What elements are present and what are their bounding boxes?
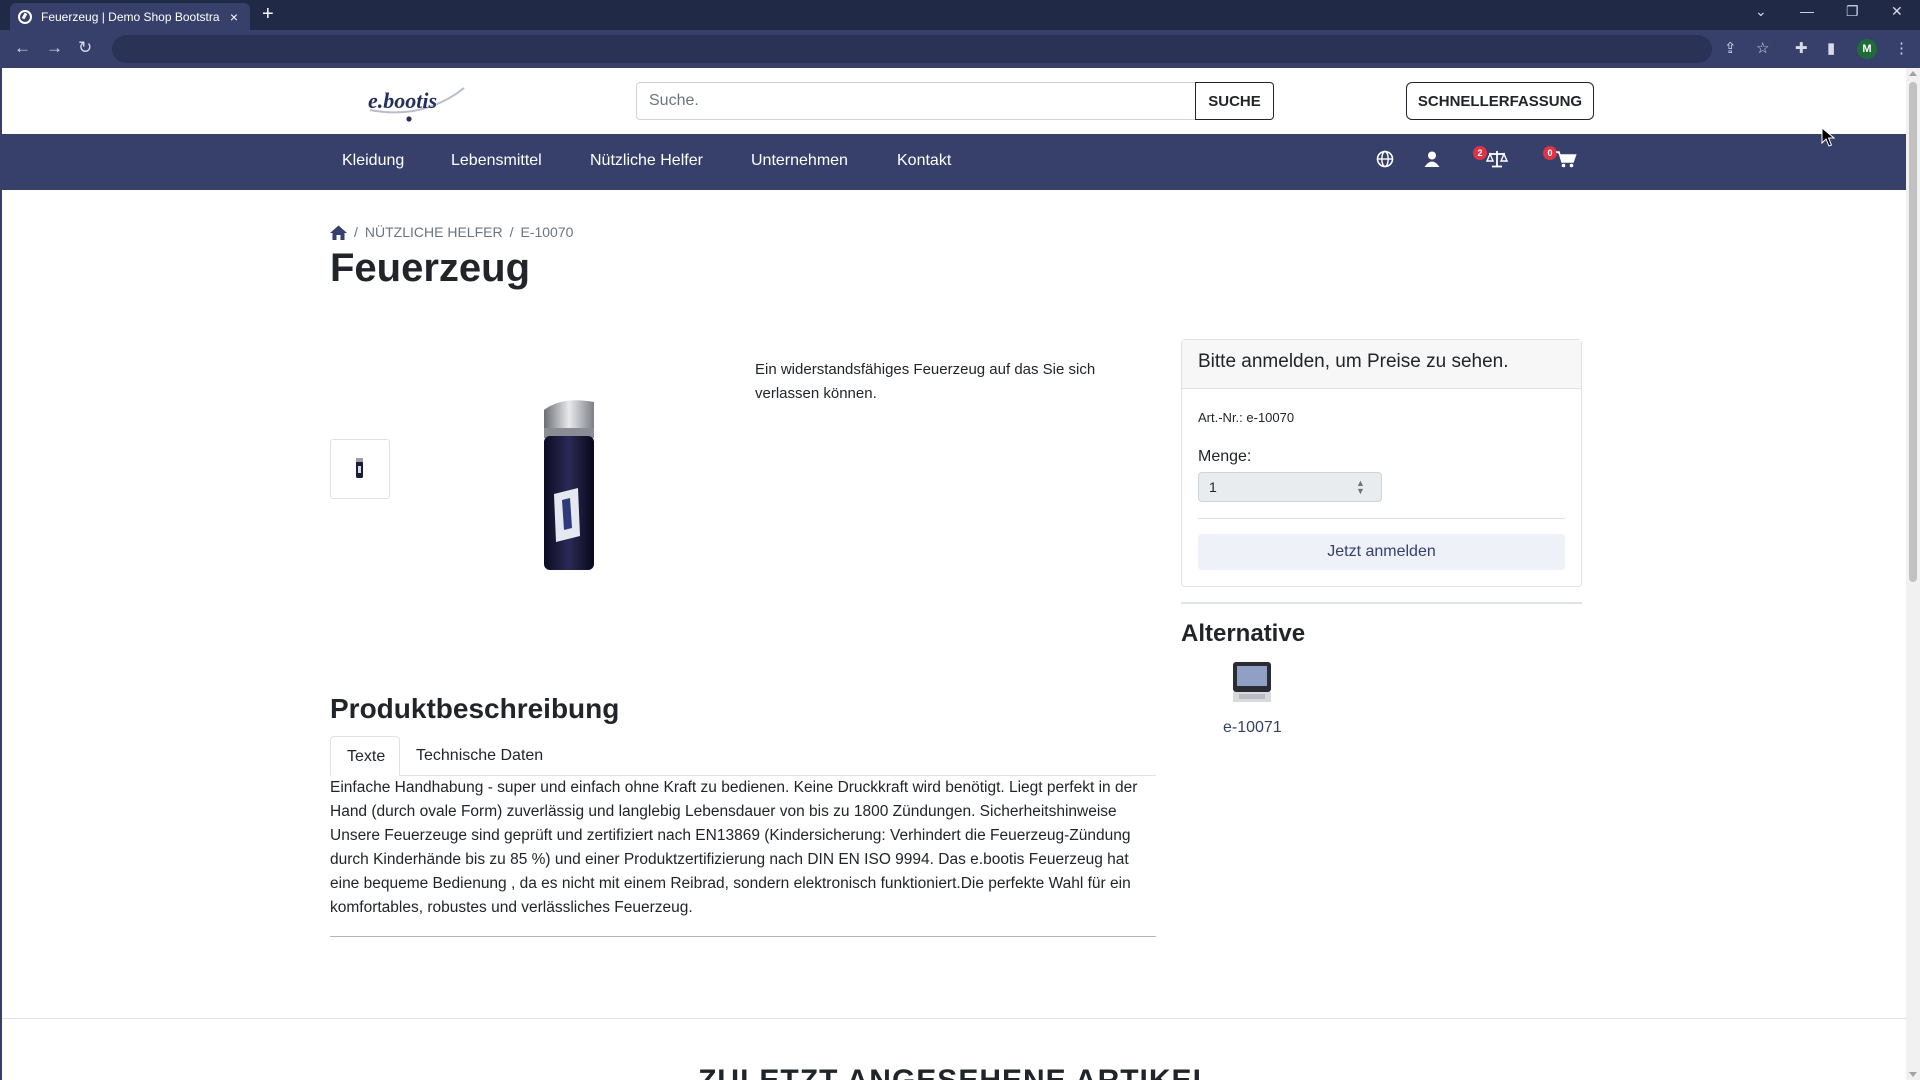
main-nav: Kleidung Lebensmittel Nützliche Helfer U… [2,134,1906,190]
tab-title: Feuerzeug | Demo Shop Bootstrap [41,9,220,24]
quantity-stepper[interactable]: 1 [1198,472,1382,502]
share-icon[interactable]: ⇪ [1724,39,1737,57]
breadcrumb: / NÜTZLICHE HELFER / E-10070 [330,224,573,240]
browser-menu-icon[interactable]: ⋮ [1894,39,1909,57]
page-scrollbar[interactable] [1906,68,1920,1080]
home-icon[interactable] [330,225,347,240]
product-long-description: Einfache Handhabung - super und einfach … [330,779,1138,916]
browser-tab-active[interactable]: Feuerzeug | Demo Shop Bootstrap × [10,3,250,30]
recently-viewed-title: ZULETZT ANGESEHENE ARTIKEL [2,1064,1906,1080]
product-main-image[interactable] [522,396,622,576]
extensions-icon[interactable]: ✚ [1795,39,1808,57]
tab-technische-daten[interactable]: Technische Daten [400,736,559,776]
alternative-product-image[interactable] [1229,660,1275,706]
globe-icon[interactable] [1376,150,1394,168]
reload-icon[interactable]: ↻ [78,38,92,58]
sidebar-divider [1181,602,1582,604]
quick-order-button[interactable]: SCHNELLERFASSUNG [1406,82,1594,120]
scrollbar-thumb[interactable] [1909,82,1917,582]
side-panel-icon[interactable]: ▮ [1827,39,1835,57]
minimize-icon[interactable]: — [1800,3,1814,19]
compare-count-badge: 2 [1473,146,1487,160]
browser-toolbar: ← → ↻ ⇪ ☆ ✚ ▮ M ⋮ [0,30,1920,68]
tab-close-icon[interactable]: × [226,9,242,25]
product-short-description: Ein widerstandsfähiges Feuerzeug auf das… [755,361,1096,402]
nav-item-kontakt[interactable]: Kontakt [897,152,951,170]
site-favicon-icon [18,9,32,24]
buy-box: Bitte anmelden, um Preise zu sehen. Art.… [1181,339,1582,587]
breadcrumb-category[interactable]: NÜTZLICHE HELFER [365,224,503,240]
shopping-cart-icon[interactable] [1555,150,1577,168]
lighter-thumbnail-image [356,458,363,478]
breadcrumb-separator: / [354,224,358,240]
description-tabs: Texte Technische Daten [330,736,1156,776]
breadcrumb-separator: / [509,224,514,240]
alternative-title: Alternative [1181,620,1306,647]
description-divider [330,936,1156,937]
site-logo[interactable]: e.bootis [364,82,474,122]
tab-search-icon[interactable]: ⌄ [1755,3,1767,20]
search-input[interactable] [636,82,1196,120]
scroll-up-icon[interactable] [1909,71,1917,76]
alternative-product-link[interactable]: e-10071 [1223,719,1282,737]
page-viewport: e.bootis SUCHE SCHNELLERFASSUNG Kleidung… [0,68,1906,1080]
page-title: Feuerzeug [330,246,531,290]
nav-item-kleidung[interactable]: Kleidung [342,152,404,170]
forward-icon[interactable]: → [46,38,63,58]
restore-icon[interactable]: ❐ [1846,3,1859,20]
quantity-label: Menge: [1198,448,1252,465]
address-bar[interactable] [112,35,1712,63]
browser-tab-bar: Feuerzeug | Demo Shop Bootstrap × + ⌄ — … [0,0,1920,30]
user-account-icon[interactable] [1423,150,1441,168]
new-tab-button[interactable]: + [262,3,274,26]
tab-texte[interactable]: Texte [330,736,400,776]
product-thumbnail[interactable] [330,439,390,499]
login-button[interactable]: Jetzt anmelden [1198,534,1565,570]
scroll-down-icon[interactable] [1909,1072,1917,1077]
search-button[interactable]: SUCHE [1195,82,1274,120]
close-window-icon[interactable]: ✕ [1891,3,1903,20]
bookmark-star-icon[interactable]: ☆ [1756,39,1769,57]
compare-scale-icon[interactable] [1486,150,1508,168]
spinner-arrows-icon[interactable]: ▲ ▼ [1356,479,1365,496]
buy-box-header: Bitte anmelden, um Preise zu sehen. [1182,340,1581,389]
nav-item-lebensmittel[interactable]: Lebensmittel [451,152,542,170]
nav-item-unternehmen[interactable]: Unternehmen [751,152,848,170]
profile-avatar[interactable]: M [1857,39,1877,59]
logo-text: e.bootis [368,88,438,113]
section-divider [2,1018,1906,1019]
article-number: Art.-Nr.: e-10070 [1198,410,1295,425]
site-header: e.bootis SUCHE SCHNELLERFASSUNG [2,68,1906,134]
nav-item-nuetzliche-helfer[interactable]: Nützliche Helfer [590,152,703,170]
description-title: Produktbeschreibung [330,693,620,724]
breadcrumb-current: E-10070 [520,224,574,240]
back-icon[interactable]: ← [14,38,31,58]
buy-box-divider [1198,518,1565,519]
mouse-cursor-icon [1821,127,1835,147]
